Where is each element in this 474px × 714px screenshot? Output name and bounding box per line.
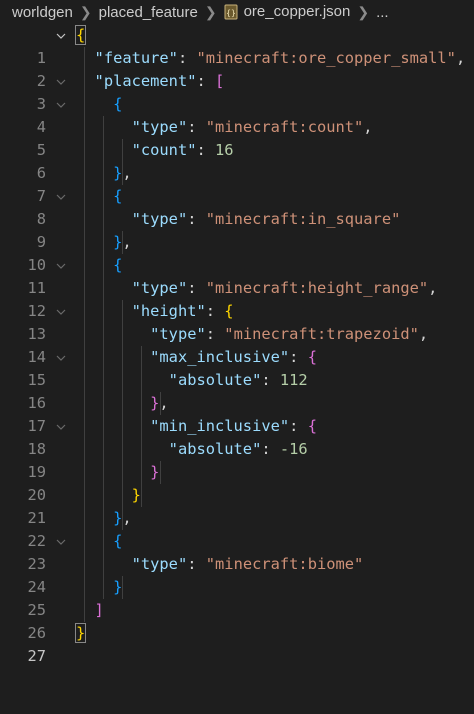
- json-key: "max_inclusive": [150, 348, 290, 366]
- code-line[interactable]: 14 "type": "minecraft:trapezoid",: [0, 323, 474, 366]
- breadcrumb: worldgen ❯ placed_feature ❯ {} ore_coppe…: [0, 0, 474, 24]
- code-line[interactable]: 26 ]: [0, 599, 474, 642]
- json-key: "feature": [94, 49, 178, 67]
- close-brace: }: [113, 233, 123, 251]
- open-brace: {: [113, 532, 123, 550]
- code-line[interactable]: 4 {: [0, 93, 474, 136]
- json-key: "type": [131, 210, 188, 228]
- code-line[interactable]: 10 },: [0, 231, 474, 274]
- json-string: "minecraft:trapezoid": [224, 325, 419, 343]
- chevron-right-icon: ❯: [357, 3, 370, 20]
- chevron-down-icon[interactable]: [54, 346, 68, 369]
- breadcrumb-worldgen[interactable]: worldgen: [12, 4, 73, 21]
- code-line[interactable]: 12 "type": "minecraft:height_range",: [0, 277, 474, 320]
- json-key: "type": [150, 325, 206, 343]
- chevron-right-icon: ❯: [204, 3, 217, 20]
- json-key: "type": [131, 279, 188, 297]
- json-key: "absolute": [168, 440, 262, 458]
- code-editor[interactable]: 1 { 2 "feature": "minecraft:ore_copper_s…: [0, 24, 474, 665]
- json-number: -16: [279, 440, 308, 458]
- open-bracket: [: [215, 72, 225, 90]
- close-brace: }: [131, 486, 141, 504]
- json-key: "count": [131, 141, 197, 159]
- chevron-right-icon: ❯: [79, 3, 92, 20]
- open-brace: {: [307, 348, 317, 366]
- json-string: "minecraft:height_range": [205, 279, 429, 297]
- line-number: 27: [27, 647, 46, 665]
- close-brace: }: [113, 578, 123, 596]
- json-string: "minecraft:count": [205, 118, 364, 136]
- code-line[interactable]: 2 "feature": "minecraft:ore_copper_small…: [0, 47, 474, 90]
- breadcrumb-placed-feature[interactable]: placed_feature: [99, 4, 198, 21]
- close-bracket: ]: [94, 601, 104, 619]
- chevron-down-icon[interactable]: [54, 70, 68, 93]
- close-brace: }: [150, 463, 160, 481]
- open-brace: {: [307, 417, 317, 435]
- open-brace: {: [113, 256, 123, 274]
- json-string: "minecraft:biome": [205, 555, 364, 573]
- code-line[interactable]: 20 }: [0, 461, 474, 504]
- json-file-icon: {}: [224, 4, 238, 20]
- json-key: "height": [131, 302, 206, 320]
- chevron-down-icon[interactable]: [54, 415, 68, 438]
- open-brace: {: [113, 187, 123, 205]
- code-line[interactable]: 23 {: [0, 530, 474, 573]
- code-line[interactable]: 15 "max_inclusive": {: [0, 346, 474, 389]
- open-brace: {: [224, 302, 234, 320]
- chevron-down-icon[interactable]: [54, 530, 68, 553]
- open-brace: {: [113, 95, 123, 113]
- code-line[interactable]: 24 "type": "minecraft:biome": [0, 553, 474, 596]
- json-key: "type": [131, 118, 188, 136]
- code-line[interactable]: 13 "height": {: [0, 300, 474, 343]
- svg-text:{}: {}: [226, 8, 236, 17]
- code-line[interactable]: 19 "absolute": -16: [0, 438, 474, 481]
- code-line-active[interactable]: 27 }: [0, 622, 474, 665]
- json-key: "absolute": [168, 371, 262, 389]
- close-brace: }: [113, 164, 123, 182]
- code-line[interactable]: 11 {: [0, 254, 474, 297]
- code-line[interactable]: 8 {: [0, 185, 474, 228]
- code-line[interactable]: 6 "count": 16: [0, 139, 474, 182]
- open-brace: {: [74, 25, 87, 45]
- code-line[interactable]: 3 "placement": [: [0, 70, 474, 113]
- code-line[interactable]: 22 },: [0, 507, 474, 550]
- chevron-down-icon[interactable]: [54, 254, 68, 277]
- chevron-down-icon[interactable]: [54, 300, 68, 323]
- breadcrumb-more[interactable]: ...: [376, 4, 389, 21]
- json-number: 16: [215, 141, 234, 159]
- code-line[interactable]: 5 "type": "minecraft:count",: [0, 116, 474, 159]
- code-line[interactable]: 1 {: [0, 24, 474, 67]
- json-string: "minecraft:in_square": [205, 210, 401, 228]
- close-brace: }: [113, 509, 123, 527]
- breadcrumb-file-label: ore_copper.json: [243, 3, 351, 21]
- code-line[interactable]: 25 }: [0, 576, 474, 619]
- code-line[interactable]: 21 }: [0, 484, 474, 527]
- code-line[interactable]: 17 },: [0, 392, 474, 435]
- code-line[interactable]: 18 "min_inclusive": {: [0, 415, 474, 458]
- json-string: "minecraft:ore_copper_small": [196, 49, 456, 67]
- json-key: "min_inclusive": [150, 417, 290, 435]
- close-brace: }: [74, 623, 87, 643]
- json-number: 112: [279, 371, 308, 389]
- code-line[interactable]: 9 "type": "minecraft:in_square": [0, 208, 474, 251]
- code-line[interactable]: 16 "absolute": 112: [0, 369, 474, 412]
- chevron-down-icon[interactable]: [54, 93, 68, 116]
- code-line[interactable]: 7 },: [0, 162, 474, 205]
- chevron-down-icon[interactable]: [54, 185, 68, 208]
- json-key: "placement": [94, 72, 197, 90]
- json-key: "type": [131, 555, 188, 573]
- chevron-down-icon[interactable]: [54, 24, 68, 47]
- breadcrumb-file[interactable]: {} ore_copper.json: [224, 3, 351, 21]
